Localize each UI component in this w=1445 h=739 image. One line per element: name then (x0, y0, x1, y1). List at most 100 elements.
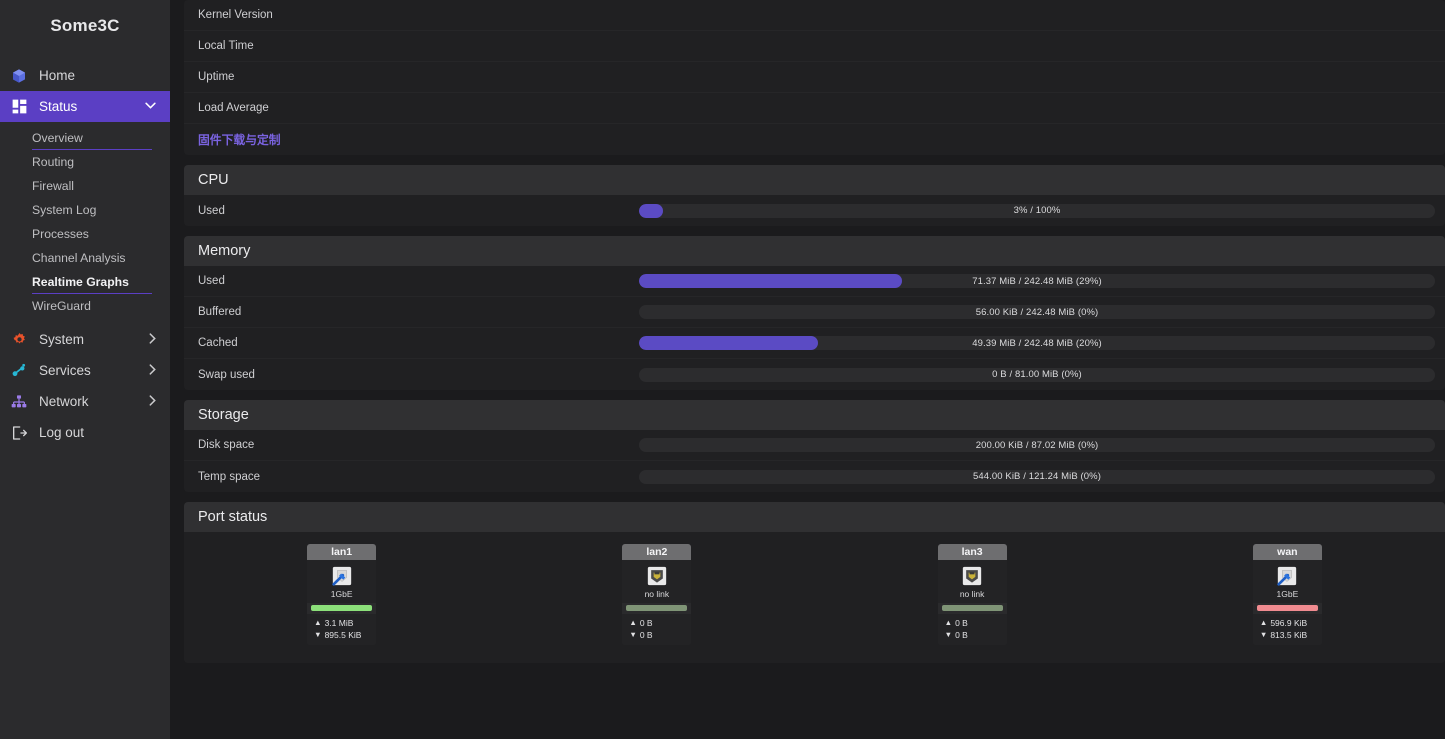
sidebar-item-firewall[interactable]: Firewall (0, 174, 170, 198)
port-name: lan2 (622, 544, 691, 560)
port-rx: ▼ 0 B (945, 630, 1007, 640)
progress-bar: 3% / 100% (639, 204, 1435, 218)
ports-grid: lan1 1GbE (184, 544, 1445, 645)
chevron-down-icon[interactable] (145, 102, 156, 112)
sidebar-subitem-label: Processes (32, 227, 89, 241)
port-tx: ▲ 596.9 KiB (1260, 618, 1322, 628)
progress-bar-value: 3% / 100% (639, 204, 1435, 218)
chevron-right-icon[interactable] (149, 364, 156, 378)
nodes-icon (10, 362, 28, 380)
sidebar-item-status[interactable]: Status (0, 91, 170, 122)
progress-bar: 0 B / 81.00 MiB (0%) (639, 368, 1435, 382)
port-cell: wan 1GbE (1130, 544, 1445, 645)
system-info-card: Kernel Version Local Time Uptime Load Av… (184, 0, 1445, 155)
info-row-label: Kernel Version (198, 9, 273, 21)
port-link-led (626, 605, 687, 611)
sidebar-subitem-label: System Log (32, 203, 96, 217)
info-row: Kernel Version (184, 0, 1445, 31)
sidebar-nav: Home Status Overview (0, 60, 170, 448)
stat-label: Disk space (184, 439, 639, 451)
chevron-right-icon[interactable] (149, 395, 156, 409)
port-traffic: ▲ 596.9 KiB ▼ 813.5 KiB (1253, 614, 1322, 645)
progress-bar: 544.00 KiB / 121.24 MiB (0%) (639, 470, 1435, 484)
stat-label: Cached (184, 337, 639, 349)
port-card-lan2[interactable]: lan2 no link (622, 544, 691, 645)
port-card-lan1[interactable]: lan1 1GbE (307, 544, 376, 645)
port-speed: 1GbE (331, 589, 353, 599)
port-tx-value: 0 B (640, 618, 653, 628)
port-link-led (942, 605, 1003, 611)
sidebar-item-services[interactable]: Services (0, 355, 170, 386)
sidebar-item-channel-analysis[interactable]: Channel Analysis (0, 246, 170, 270)
firmware-download-link[interactable]: 固件下载与定制 (184, 124, 1445, 155)
stat-row-memory-buffered: Buffered 56.00 KiB / 242.48 MiB (0%) (184, 297, 1445, 328)
sidebar-item-processes[interactable]: Processes (0, 222, 170, 246)
progress-bar-value: 49.39 MiB / 242.48 MiB (20%) (639, 336, 1435, 350)
port-name: wan (1253, 544, 1322, 560)
port-rx: ▼ 0 B (629, 630, 691, 640)
port-status-body: lan1 1GbE (184, 532, 1445, 663)
storage-card: Storage Disk space 200.00 KiB / 87.02 Mi… (184, 400, 1445, 492)
sidebar-item-routing[interactable]: Routing (0, 150, 170, 174)
sidebar-item-wireguard[interactable]: WireGuard (0, 294, 170, 318)
firmware-download-label: 固件下载与定制 (198, 131, 281, 148)
port-tx-value: 596.9 KiB (1270, 618, 1307, 628)
port-tx: ▲ 3.1 MiB (314, 618, 376, 628)
rx-arrow-icon: ▼ (945, 631, 952, 639)
brand-logo: Some3C (0, 0, 170, 52)
port-card-wan[interactable]: wan 1GbE (1253, 544, 1322, 645)
storage-section-body: Disk space 200.00 KiB / 87.02 MiB (0%) T… (184, 430, 1445, 492)
port-traffic: ▲ 0 B ▼ 0 B (622, 614, 691, 645)
progress-bar-value: 544.00 KiB / 121.24 MiB (0%) (639, 470, 1435, 484)
sidebar-item-realtime-graphs[interactable]: Realtime Graphs (0, 270, 170, 294)
port-tx: ▲ 0 B (945, 618, 1007, 628)
cube-icon (10, 67, 28, 85)
sidebar: Some3C Home (0, 0, 170, 739)
progress-bar-value: 200.00 KiB / 87.02 MiB (0%) (639, 438, 1435, 452)
port-tx: ▲ 0 B (629, 618, 691, 628)
sidebar-item-overview[interactable]: Overview (0, 126, 170, 150)
grid-icon (10, 98, 28, 116)
rx-arrow-icon: ▼ (314, 631, 321, 639)
tx-arrow-icon: ▲ (1260, 619, 1267, 627)
port-name: lan1 (307, 544, 376, 560)
progress-bar: 71.37 MiB / 242.48 MiB (29%) (639, 274, 1435, 288)
network-icon (10, 393, 28, 411)
port-speed: 1GbE (1277, 589, 1299, 599)
port-name: lan3 (938, 544, 1007, 560)
sidebar-item-label: Status (39, 99, 145, 114)
sidebar-item-network[interactable]: Network (0, 386, 170, 417)
sidebar-subitem-label: Overview (32, 131, 83, 145)
stat-row-temp-space: Temp space 544.00 KiB / 121.24 MiB (0%) (184, 461, 1445, 492)
info-row-label: Uptime (198, 71, 234, 83)
system-info-table: Kernel Version Local Time Uptime Load Av… (184, 0, 1445, 155)
info-row: Load Average (184, 93, 1445, 124)
stat-label: Temp space (184, 471, 639, 483)
sidebar-item-label: Services (39, 363, 149, 378)
tx-arrow-icon: ▲ (314, 619, 321, 627)
sidebar-item-logout[interactable]: Log out (0, 417, 170, 448)
port-link-led (1257, 605, 1318, 611)
sidebar-subitem-label: Realtime Graphs (32, 275, 129, 289)
port-tx-value: 0 B (955, 618, 968, 628)
app-root: Some3C Home (0, 0, 1445, 739)
stat-label: Buffered (184, 306, 639, 318)
port-speed: no link (645, 589, 670, 599)
chevron-right-icon[interactable] (149, 333, 156, 347)
sidebar-item-home[interactable]: Home (0, 60, 170, 91)
progress-bar-value: 56.00 KiB / 242.48 MiB (0%) (639, 305, 1435, 319)
port-traffic: ▲ 0 B ▼ 0 B (938, 614, 1007, 645)
port-speed: no link (960, 589, 985, 599)
sidebar-item-system[interactable]: System (0, 324, 170, 355)
sidebar-item-system-log[interactable]: System Log (0, 198, 170, 222)
logout-icon (10, 424, 28, 442)
info-row-label: Local Time (198, 40, 254, 52)
rx-arrow-icon: ▼ (629, 631, 636, 639)
info-row-label: Load Average (198, 102, 269, 114)
storage-section-title: Storage (184, 400, 1445, 430)
port-status-title: Port status (184, 502, 1445, 532)
port-card-lan3[interactable]: lan3 no link (938, 544, 1007, 645)
sidebar-subnav-status: Overview Routing Firewall System Log Pro… (0, 122, 170, 324)
port-cell: lan2 no link (499, 544, 814, 645)
port-status-card: Port status lan1 (184, 502, 1445, 663)
